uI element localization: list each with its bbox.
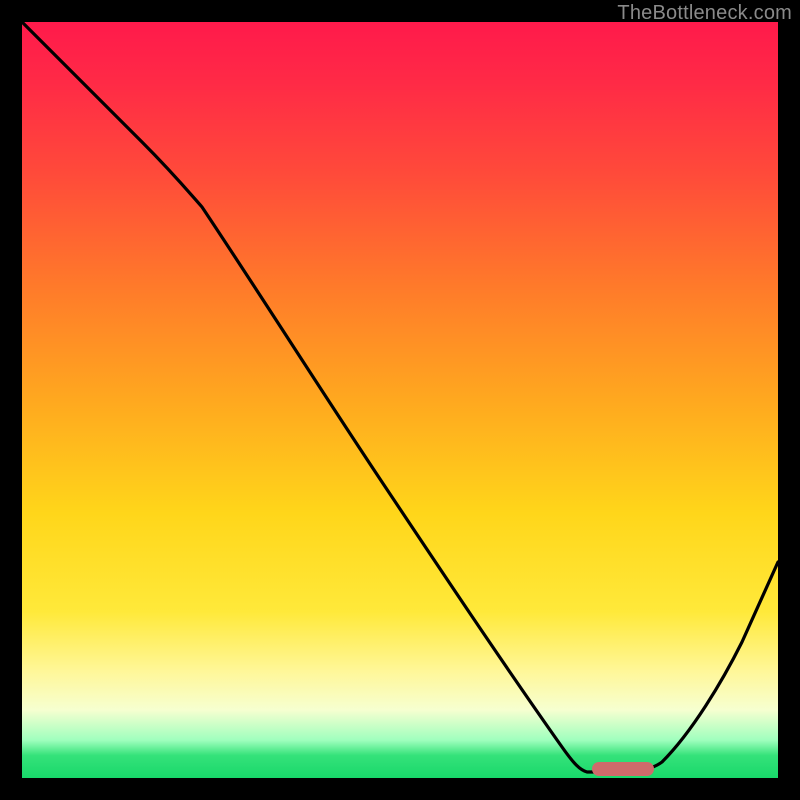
curve-path — [22, 22, 778, 772]
gradient-plot-area — [22, 22, 778, 778]
chart-frame: TheBottleneck.com — [0, 0, 800, 800]
bottleneck-curve — [22, 22, 778, 778]
optimal-range-marker — [592, 762, 654, 776]
watermark-text: TheBottleneck.com — [617, 2, 792, 25]
